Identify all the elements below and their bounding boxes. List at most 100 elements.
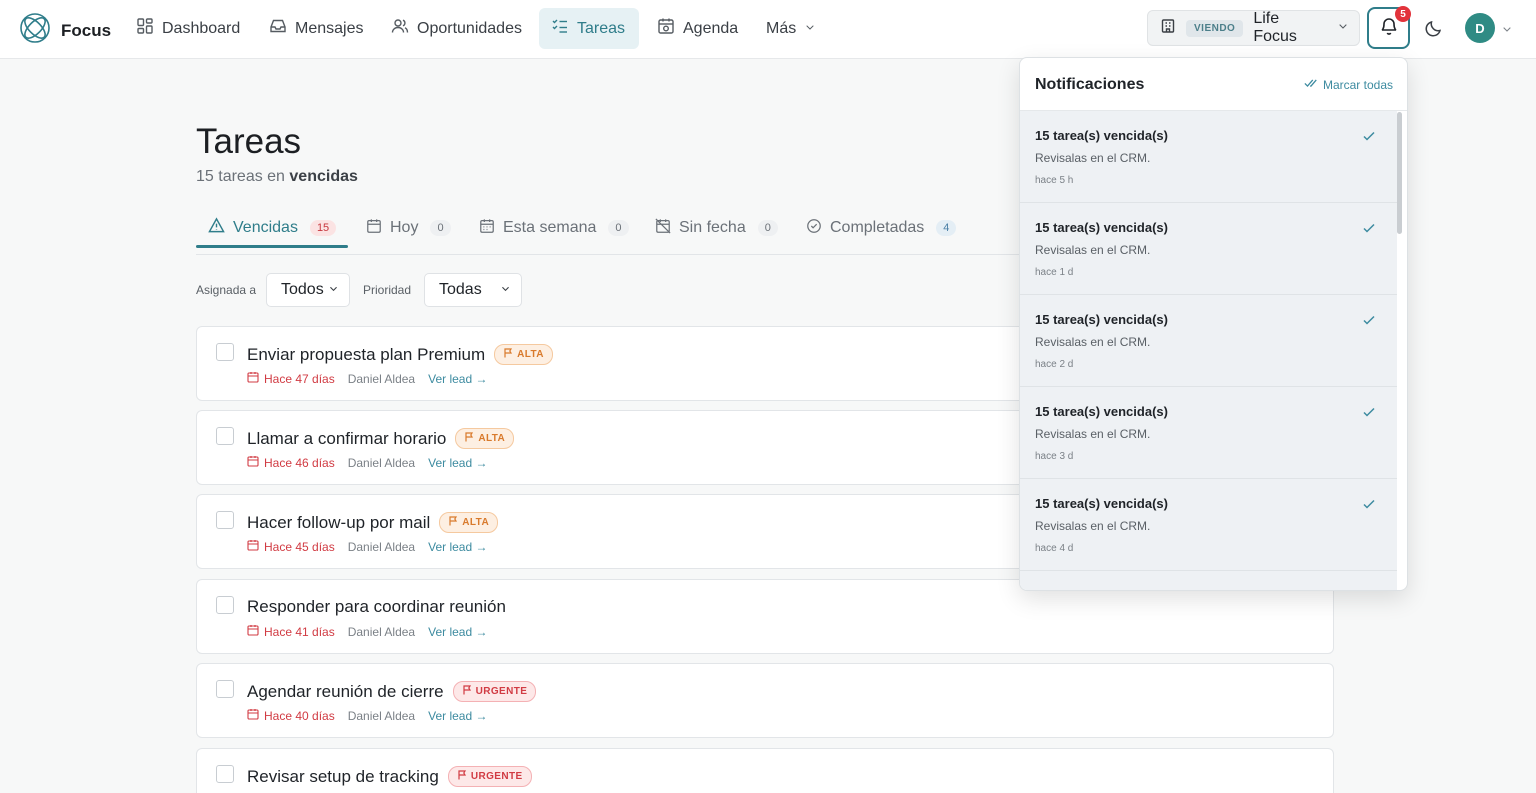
task-checkbox[interactable] (216, 427, 234, 445)
tab-hoy[interactable]: Hoy 0 (366, 207, 451, 249)
notification-item[interactable]: 15 tarea(s) vencida(s)Revisalas en el CR… (1020, 387, 1397, 479)
view-lead-link[interactable]: Ver lead → (428, 540, 487, 554)
tab-esta-semana[interactable]: Esta semana 0 (479, 207, 629, 249)
notification-title: 15 tarea(s) vencida(s) (1035, 220, 1168, 235)
chevron-down-icon (804, 20, 816, 38)
notifications-scrollbar[interactable] (1397, 112, 1402, 234)
task-due: Hace 47 días (247, 371, 335, 386)
notifications-count-badge: 5 (1395, 6, 1411, 22)
tab-esta-semana-label: Esta semana (503, 219, 597, 236)
mark-read-check-icon[interactable] (1362, 405, 1376, 423)
notification-time: hace 2 d (1035, 359, 1074, 370)
nav-agenda-label: Agenda (683, 19, 739, 37)
nav-mensajes-label: Mensajes (295, 19, 364, 37)
tab-completadas-label: Completadas (830, 219, 925, 236)
task-title[interactable]: Responder para coordinar reunión (247, 597, 506, 617)
task-title[interactable]: Hacer follow-up por mail (247, 513, 430, 533)
nav-agenda[interactable]: Agenda (645, 8, 750, 49)
task-due: Hace 41 días (247, 624, 335, 639)
view-lead-link[interactable]: Ver lead → (428, 456, 487, 470)
avatar[interactable]: D (1465, 13, 1495, 43)
task-checkbox[interactable] (216, 765, 234, 783)
notification-item[interactable]: 15 tarea(s) vencida(s) Revisalas en el CR… (1020, 203, 1397, 295)
mark-read-check-icon[interactable] (1362, 221, 1376, 239)
assigned-filter-select[interactable]: Todos (266, 273, 350, 307)
page-subtitle-bold: vencidas (289, 168, 358, 185)
priority-badge: URGENTE (447, 766, 532, 787)
tab-hoy-label: Hoy (390, 219, 419, 236)
notification-item[interactable]: 15 tarea(s) vencida(s)Revisalas en el CR… (1020, 479, 1397, 571)
task-title-row: Agendar reunión de cierre URGENTE (247, 681, 537, 702)
task-title[interactable]: Enviar propuesta plan Premium (247, 345, 485, 365)
tab-vencidas-count: 15 (309, 220, 337, 236)
mark-read-check-icon[interactable] (1362, 589, 1376, 590)
nav-tareas-label: Tareas (577, 19, 626, 37)
nav-oportunidades[interactable]: Oportunidades (379, 8, 534, 49)
notification-body: Revisalas en el CRM. (1035, 151, 1151, 165)
view-lead-link[interactable]: Ver lead → (428, 372, 487, 386)
tab-esta-semana-count: 0 (608, 220, 629, 236)
app-logo[interactable]: Focus (19, 12, 111, 49)
task-card[interactable]: Revisar setup de tracking URGENTE (196, 748, 1334, 793)
task-card[interactable]: Agendar reunión de cierre URGENTE Hace 40 … (196, 663, 1334, 738)
calendar-icon (247, 371, 259, 386)
notification-body: Revisalas en el CRM. (1035, 243, 1151, 257)
mark-all-read-label: Marcar todas (1322, 77, 1393, 92)
mark-read-check-icon[interactable] (1362, 497, 1376, 515)
nav-mensajes[interactable]: Mensajes (257, 8, 375, 49)
task-due-text: Hace 41 días (264, 624, 335, 639)
priority-badge: ALTA (494, 344, 553, 365)
nav-dashboard[interactable]: Dashboard (124, 8, 252, 49)
mark-read-check-icon[interactable] (1362, 313, 1376, 331)
priority-badge-label: ALTA (517, 349, 544, 360)
task-checkbox[interactable] (216, 680, 234, 698)
chevron-down-icon[interactable] (1501, 22, 1513, 40)
view-lead-link[interactable]: Ver lead → (428, 709, 487, 723)
task-checkbox[interactable] (216, 596, 234, 614)
warning-icon (208, 217, 225, 239)
priority-badge-label: ALTA (478, 433, 506, 444)
tab-vencidas[interactable]: Vencidas 15 (208, 207, 337, 249)
nav-mas-label: Más (766, 19, 797, 37)
task-due: Hace 45 días (247, 539, 335, 554)
task-title[interactable]: Agendar reunión de cierre (247, 682, 444, 702)
view-lead-link[interactable]: Ver lead → (428, 625, 487, 639)
task-owner: Daniel Aldea (347, 708, 416, 723)
task-due-text: Hace 46 días (264, 455, 335, 470)
mark-read-check-icon[interactable] (1362, 129, 1376, 147)
priority-badge: ALTA (455, 428, 515, 449)
notification-body: Revisalas en el CRM. (1035, 427, 1151, 441)
checklist-icon (551, 17, 569, 40)
calendar-icon (247, 708, 259, 723)
tab-completadas-count: 4 (936, 220, 957, 236)
workspace-selector[interactable]: VIENDO Life Focus (1147, 10, 1360, 46)
notification-item[interactable]: 15 tarea(s) vencida(s)Revisalas en el CR… (1020, 571, 1397, 590)
building-icon (1160, 18, 1176, 39)
mark-all-read-button[interactable]: Marcar todas (1304, 77, 1393, 92)
notification-item[interactable]: 15 tarea(s) vencida(s)Revisalas en el CR… (1020, 111, 1397, 203)
notification-item[interactable]: 15 tarea(s) vencida(s)Revisalas en el CR… (1020, 295, 1397, 387)
task-title[interactable]: Revisar setup de tracking (247, 767, 439, 787)
check-circle-icon (806, 218, 822, 239)
tab-sin-fecha-label: Sin fecha (679, 219, 746, 236)
nav-tareas[interactable]: Tareas (539, 8, 639, 49)
assigned-filter-label: Asignada a (196, 283, 257, 297)
notification-title: 15 tarea(s) vencida(s) (1035, 588, 1168, 590)
task-meta: Hace 46 días Daniel Aldea Ver lead → (247, 455, 487, 470)
task-owner: Daniel Aldea (347, 539, 416, 554)
priority-filter-select[interactable]: Todas (424, 273, 522, 307)
tab-completadas[interactable]: Completadas 4 (806, 207, 957, 249)
task-title[interactable]: Llamar a confirmar horario (247, 429, 446, 449)
task-checkbox[interactable] (216, 511, 234, 529)
task-due-text: Hace 45 días (264, 539, 335, 554)
notification-time: hace 1 d (1035, 267, 1074, 278)
notification-time: hace 3 d (1035, 451, 1074, 462)
task-checkbox[interactable] (216, 343, 234, 361)
tab-sin-fecha[interactable]: Sin fecha 0 (655, 207, 778, 249)
task-meta: Hace 41 días Daniel Aldea Ver lead → (247, 624, 487, 639)
nav-mas-dropdown[interactable]: Más (754, 8, 828, 49)
calendar-icon (247, 539, 259, 554)
notification-title: 15 tarea(s) vencida(s) (1035, 496, 1168, 511)
theme-toggle[interactable] (1424, 18, 1444, 43)
flag-icon (457, 770, 467, 783)
